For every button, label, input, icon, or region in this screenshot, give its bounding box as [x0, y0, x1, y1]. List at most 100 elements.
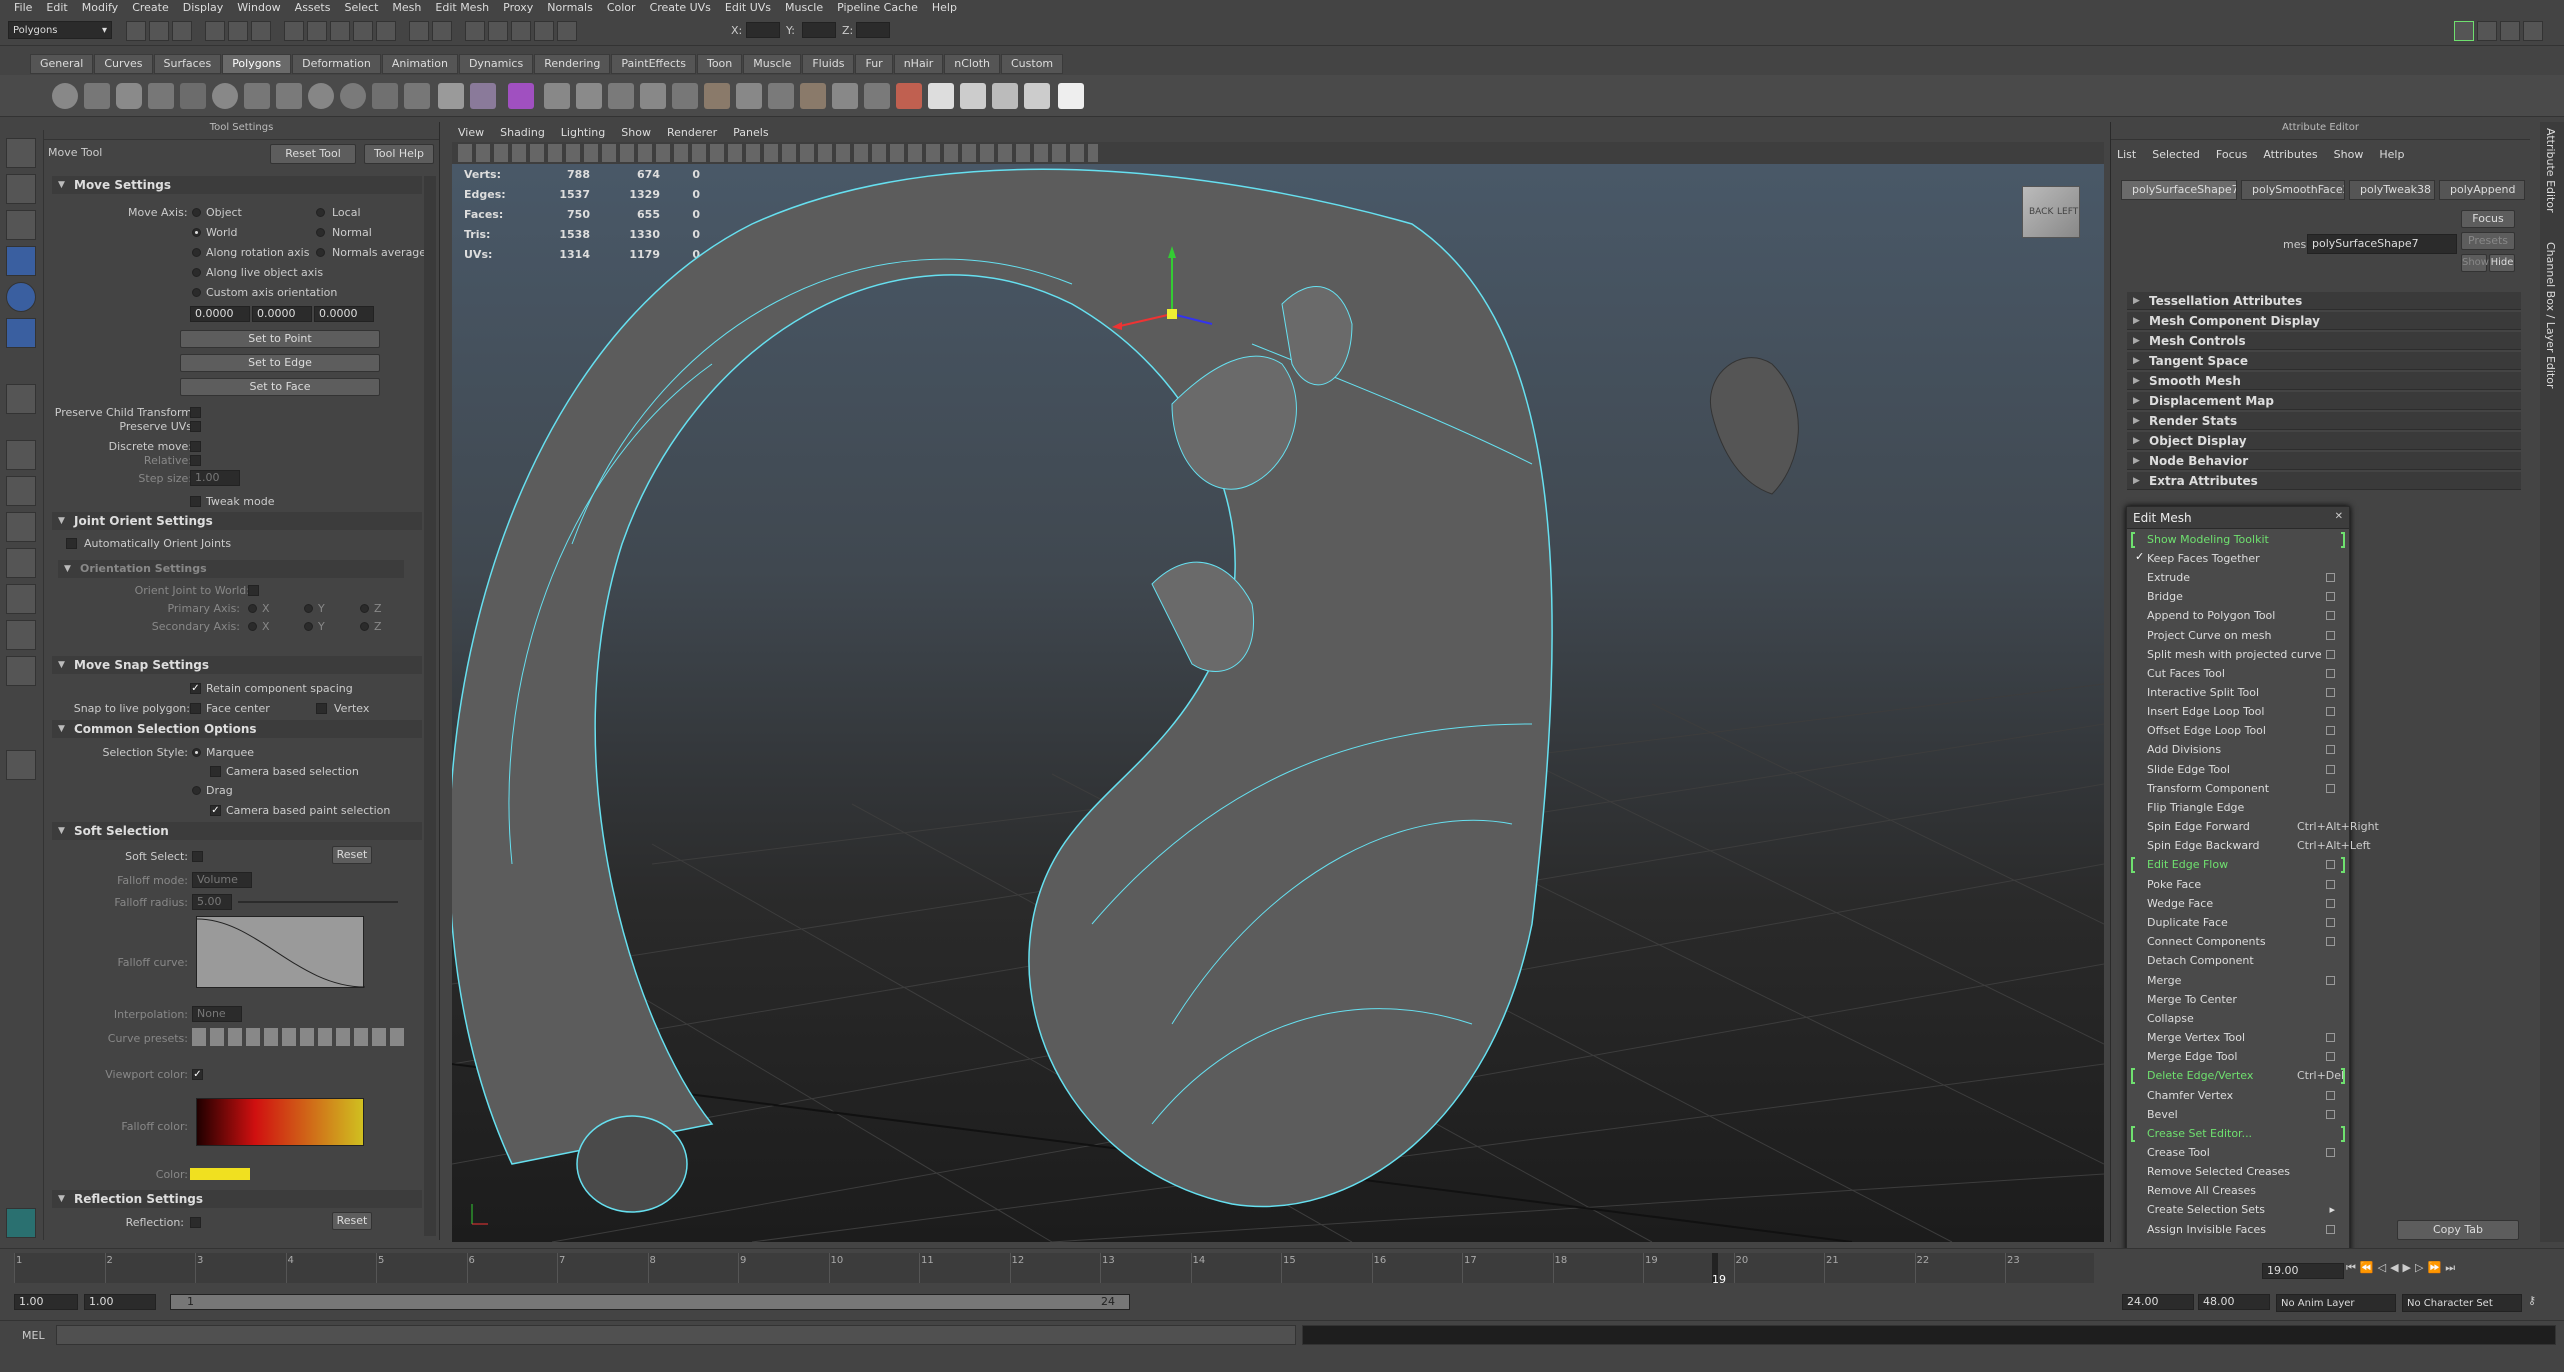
bool-intersect-icon[interactable]	[640, 83, 666, 109]
layout-four-icon[interactable]	[6, 476, 36, 506]
menu-pipeline-cache[interactable]: Pipeline Cache	[837, 1, 918, 14]
reflection-settings-header[interactable]: Reflection Settings	[52, 1190, 422, 1208]
end-time-field[interactable]: 48.00	[2198, 1294, 2270, 1310]
common-selection-header[interactable]: Common Selection Options	[52, 720, 422, 738]
edit-mesh-item-create-selection-sets[interactable]: Create Selection Sets ▸	[2147, 1201, 2347, 1219]
shelf-tab-painteffects[interactable]: PaintEffects	[611, 54, 696, 74]
extract-icon[interactable]	[544, 83, 570, 109]
interpolation-dropdown[interactable]: None	[192, 1006, 242, 1022]
ae-menu-help[interactable]: Help	[2379, 148, 2404, 161]
ae-section-tangent-space[interactable]: Tangent Space	[2127, 352, 2521, 370]
menu-file[interactable]: File	[14, 1, 32, 14]
edit-mesh-item-assign-invisible-faces[interactable]: Assign Invisible Faces	[2147, 1221, 2347, 1239]
mesh-name-field[interactable]: polySurfaceShape7	[2307, 234, 2457, 254]
edit-mesh-item-merge-edge-tool[interactable]: Merge Edge Tool	[2147, 1048, 2347, 1066]
menu-proxy[interactable]: Proxy	[503, 1, 533, 14]
make-live-icon[interactable]	[376, 21, 396, 41]
render-view-icon[interactable]	[534, 21, 554, 41]
shelf-tab-deformation[interactable]: Deformation	[292, 54, 381, 74]
edit-mesh-item-interactive-split-tool[interactable]: Interactive Split Tool	[2147, 684, 2347, 702]
step-size-field[interactable]: 1.00	[190, 470, 240, 486]
edit-mesh-item-merge-vertex-tool[interactable]: Merge Vertex Tool	[2147, 1029, 2347, 1047]
curve-presets-buttons[interactable]	[192, 1028, 408, 1046]
edit-mesh-item-insert-edge-loop-tool[interactable]: Insert Edge Loop Tool	[2147, 703, 2347, 721]
bridge-icon[interactable]	[736, 83, 762, 109]
tool-settings-scrollbar[interactable]	[424, 176, 436, 1236]
go-to-end-icon[interactable]: ⏭	[2445, 1261, 2455, 1281]
layout-outliner-icon[interactable]	[6, 548, 36, 578]
axis-world-radio[interactable]	[192, 228, 201, 237]
side-tab-channel-box[interactable]: Channel Box / Layer Editor	[2544, 242, 2557, 389]
ae-section-mesh-controls[interactable]: Mesh Controls	[2127, 332, 2521, 350]
view-cube[interactable]: BACK LEFT	[2022, 186, 2080, 238]
option-box-icon[interactable]	[2326, 1091, 2335, 1100]
edit-mesh-item-slide-edge-tool[interactable]: Slide Edge Tool	[2147, 761, 2347, 779]
channel-box-toggle-icon[interactable]	[2523, 21, 2543, 41]
reflection-reset-button[interactable]: Reset	[332, 1212, 372, 1230]
falloff-radius-slider[interactable]	[238, 901, 398, 903]
ae-section-node-behavior[interactable]: Node Behavior	[2127, 452, 2521, 470]
ae-section-extra-attributes[interactable]: Extra Attributes	[2127, 472, 2521, 490]
history-icon[interactable]	[409, 21, 429, 41]
current-time-field[interactable]: 19.00	[2262, 1263, 2344, 1279]
option-box-icon[interactable]	[2326, 573, 2335, 582]
separate-icon[interactable]	[470, 83, 496, 109]
ae-tab-polysurfaceshape7[interactable]: polySurfaceShape7	[2121, 180, 2237, 200]
shelf-tab-animation[interactable]: Animation	[381, 54, 458, 74]
select-tool-icon[interactable]	[6, 138, 36, 168]
preserve-child-checkbox[interactable]	[190, 407, 201, 418]
option-box-icon[interactable]	[2326, 1052, 2335, 1061]
snap-curve-icon[interactable]	[307, 21, 327, 41]
axis-custom-radio[interactable]	[192, 288, 201, 297]
uv-layout-icon[interactable]	[992, 83, 1018, 109]
menu-normals[interactable]: Normals	[547, 1, 593, 14]
focus-button[interactable]: Focus	[2461, 210, 2515, 228]
edit-mesh-item-connect-components[interactable]: Connect Components	[2147, 933, 2347, 951]
poly-cube-icon[interactable]	[84, 83, 110, 109]
ae-menu-show[interactable]: Show	[2334, 148, 2364, 161]
edit-mesh-item-transform-component[interactable]: Transform Component	[2147, 780, 2347, 798]
option-box-icon[interactable]	[2326, 880, 2335, 889]
edit-mesh-item-extrude[interactable]: Extrude	[2147, 569, 2347, 587]
poly-soccer-icon[interactable]	[372, 83, 398, 109]
ae-section-smooth-mesh[interactable]: Smooth Mesh	[2127, 372, 2521, 390]
hide-button[interactable]: Hide	[2489, 254, 2515, 272]
move-snap-header[interactable]: Move Snap Settings	[52, 656, 422, 674]
ae-section-tessellation-attributes[interactable]: Tessellation Attributes	[2127, 292, 2521, 310]
menu-muscle[interactable]: Muscle	[785, 1, 823, 14]
option-box-icon[interactable]	[2326, 860, 2335, 869]
presets-button[interactable]: Presets	[2461, 232, 2515, 250]
poly-pipe-icon[interactable]	[308, 83, 334, 109]
reset-tool-button[interactable]: Reset Tool	[270, 144, 356, 164]
edit-mesh-item-duplicate-face[interactable]: Duplicate Face	[2147, 914, 2347, 932]
primary-x-radio[interactable]	[248, 604, 257, 613]
shelf-tab-polygons[interactable]: Polygons	[222, 54, 292, 74]
joint-orient-header[interactable]: Joint Orient Settings	[52, 512, 422, 530]
menu-assets[interactable]: Assets	[295, 1, 331, 14]
start-time-field[interactable]: 1.00	[14, 1294, 78, 1310]
shelf-tab-custom[interactable]: Custom	[1001, 54, 1064, 74]
edit-mesh-item-keep-faces-together[interactable]: Keep Faces Together	[2147, 550, 2347, 568]
custom-axis-z-field[interactable]: 0.0000	[314, 306, 374, 322]
smooth-icon[interactable]	[508, 83, 534, 109]
camera-selection-checkbox[interactable]	[210, 766, 221, 777]
show-button[interactable]: Show	[2461, 254, 2489, 272]
option-box-icon[interactable]	[2326, 937, 2335, 946]
tool-settings-toggle-icon[interactable]	[2500, 21, 2520, 41]
edit-mesh-item-crease-set-editor[interactable]: Crease Set Editor...	[2147, 1125, 2347, 1143]
ae-section-displacement-map[interactable]: Displacement Map	[2127, 392, 2521, 410]
ae-tab-polytweak38[interactable]: polyTweak38	[2349, 180, 2435, 200]
z-field[interactable]	[856, 22, 890, 38]
option-box-icon[interactable]	[2326, 726, 2335, 735]
x-field[interactable]	[746, 22, 780, 38]
poly-cone-icon[interactable]	[148, 83, 174, 109]
checker-icon[interactable]	[928, 83, 954, 109]
option-box-icon[interactable]	[2326, 784, 2335, 793]
shelf-tab-ncloth[interactable]: nCloth	[944, 54, 1000, 74]
viewport-menu-view[interactable]: View	[458, 126, 484, 139]
menu-create[interactable]: Create	[132, 1, 169, 14]
move-tool-icon[interactable]	[6, 246, 36, 276]
option-box-icon[interactable]	[2326, 669, 2335, 678]
edit-mesh-item-project-curve-on-mesh[interactable]: Project Curve on mesh	[2147, 627, 2347, 645]
step-forward-key-icon[interactable]: ⏩	[2427, 1261, 2441, 1281]
